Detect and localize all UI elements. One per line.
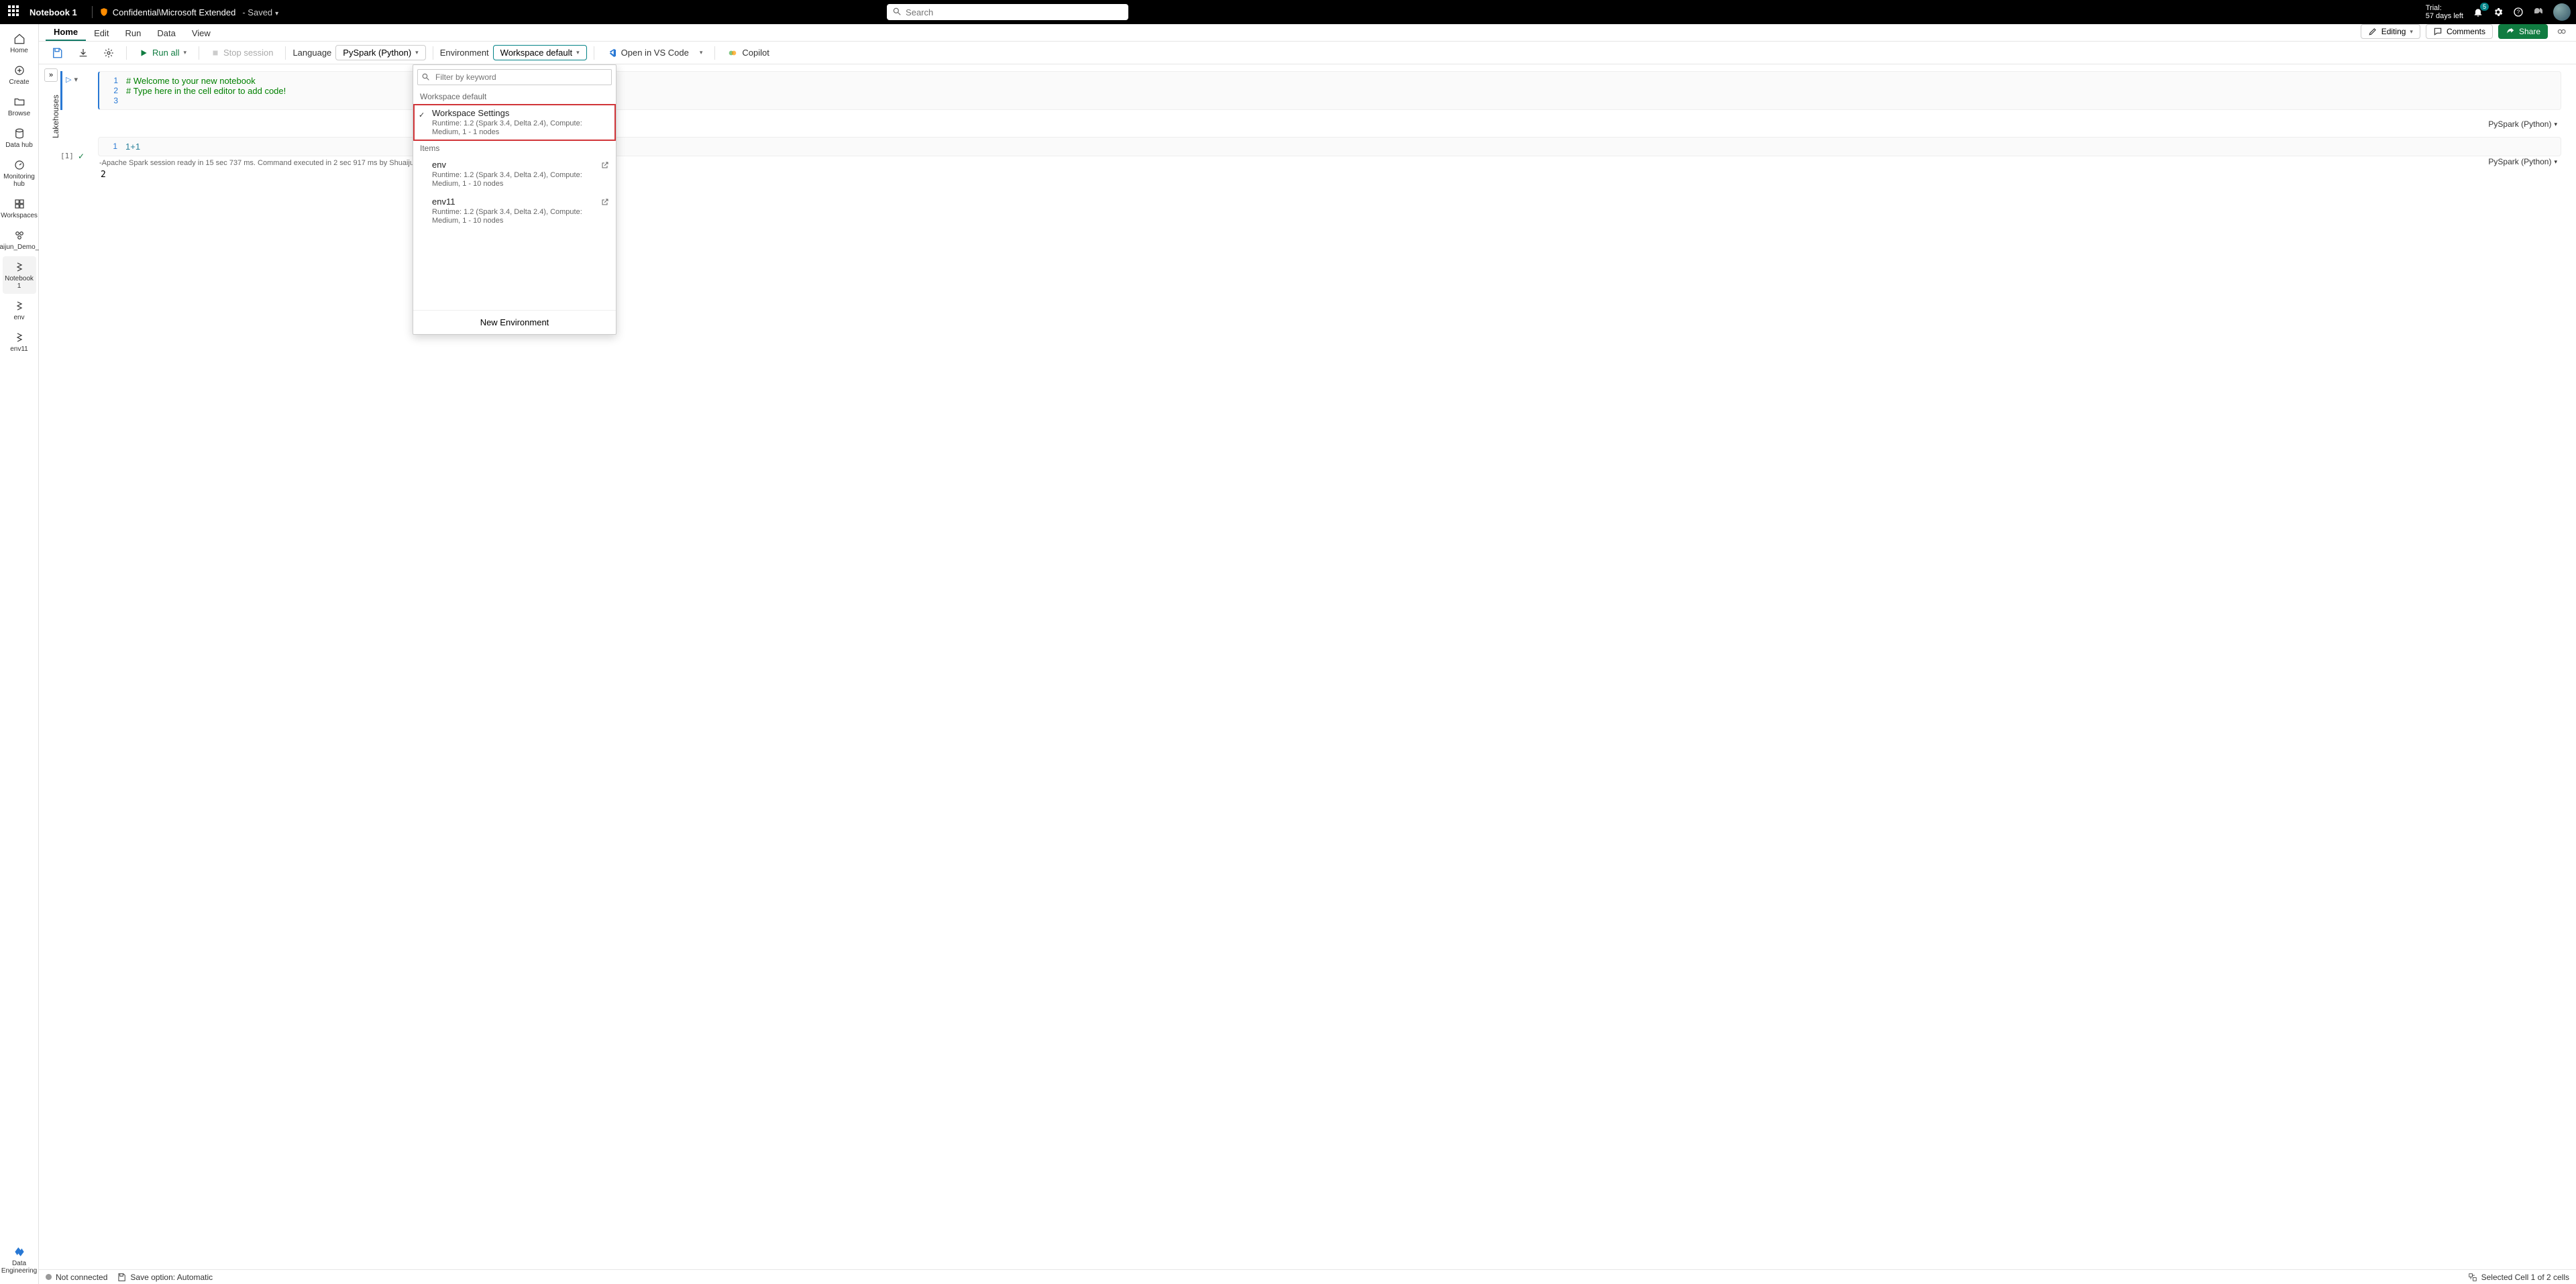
- selected-cell-status: Selected Cell 1 of 2 cells: [2481, 1273, 2569, 1282]
- global-search[interactable]: [887, 4, 1128, 20]
- environment-select[interactable]: Workspace default ▾: [493, 45, 587, 60]
- nav-datahub[interactable]: Data hub: [3, 123, 36, 153]
- env-item-env[interactable]: env Runtime: 1.2 (Spark 3.4, Delta 2.4),…: [413, 156, 616, 193]
- env-item-env11[interactable]: env11 Runtime: 1.2 (Spark 3.4, Delta 2.4…: [413, 193, 616, 229]
- nav-workspaces[interactable]: Workspaces: [3, 193, 36, 223]
- nav-data-engineering[interactable]: Data Engineering: [3, 1241, 36, 1279]
- lakehouses-tab[interactable]: Lakehouses: [51, 95, 60, 138]
- connection-dot-icon: [46, 1274, 52, 1280]
- env-item-workspace-settings[interactable]: ✓ Workspace Settings Runtime: 1.2 (Spark…: [413, 104, 616, 141]
- download-button[interactable]: [72, 45, 94, 61]
- notifications-button[interactable]: 5: [2473, 7, 2483, 17]
- success-icon: ✓: [78, 152, 85, 161]
- nav-monitoring[interactable]: Monitoring hub: [3, 154, 36, 192]
- copilot-button[interactable]: Copilot: [722, 45, 774, 61]
- tab-run[interactable]: Run: [117, 25, 150, 41]
- environment-dropdown: Workspace default ✓ Workspace Settings R…: [413, 64, 616, 335]
- language-label: Language: [292, 48, 331, 58]
- help-button[interactable]: ?: [2513, 7, 2524, 17]
- cell-index: [1]: [60, 152, 74, 160]
- user-avatar[interactable]: [2553, 3, 2571, 21]
- open-external-icon[interactable]: [601, 198, 609, 206]
- chevron-down-icon: ▾: [576, 49, 580, 56]
- comments-button[interactable]: Comments: [2426, 24, 2493, 39]
- shield-icon: [99, 7, 109, 17]
- env-filter-input[interactable]: [417, 69, 612, 85]
- env-group-workspace-default: Workspace default: [413, 89, 616, 104]
- share-button[interactable]: Share: [2498, 24, 2548, 39]
- cell-language-badge[interactable]: PySpark (Python)▾: [2488, 157, 2557, 166]
- svg-text:?: ?: [2517, 9, 2520, 15]
- environment-label: Environment: [440, 48, 489, 58]
- open-vscode-button[interactable]: Open in VS Code ▾: [601, 45, 708, 61]
- app-launcher[interactable]: [8, 5, 21, 19]
- expand-side-panel-button[interactable]: »: [44, 68, 58, 82]
- nav-env[interactable]: env: [3, 295, 36, 325]
- chevron-down-icon[interactable]: ▾: [183, 49, 186, 56]
- search-icon: [421, 72, 430, 81]
- chevron-down-icon[interactable]: ▾: [700, 49, 703, 56]
- nav-browse[interactable]: Browse: [3, 91, 36, 121]
- sensitivity-label[interactable]: Confidential\Microsoft Extended: [113, 7, 236, 17]
- language-select[interactable]: PySpark (Python) ▾: [335, 45, 425, 60]
- run-all-button[interactable]: Run all ▾: [133, 45, 192, 60]
- tab-view[interactable]: View: [184, 25, 219, 41]
- chevron-down-icon[interactable]: ▾: [74, 75, 78, 84]
- nav-notebook1[interactable]: Notebook 1: [3, 256, 36, 294]
- cell-language-badge[interactable]: PySpark (Python)▾: [2488, 119, 2557, 129]
- nav-home[interactable]: Home: [3, 28, 36, 58]
- connection-status: Not connected: [56, 1273, 107, 1282]
- notebook-name[interactable]: Notebook 1: [30, 7, 77, 17]
- feedback-button[interactable]: [2533, 7, 2544, 17]
- search-input[interactable]: [887, 4, 1128, 20]
- settings-gear-button[interactable]: [98, 45, 119, 61]
- tab-home[interactable]: Home: [46, 24, 86, 41]
- copilot-side-button[interactable]: [2553, 23, 2569, 40]
- check-icon: ✓: [419, 111, 425, 119]
- tab-edit[interactable]: Edit: [86, 25, 117, 41]
- open-external-icon[interactable]: [601, 161, 609, 169]
- trial-status[interactable]: Trial: 57 days left: [2426, 4, 2463, 20]
- settings-button[interactable]: [2493, 7, 2504, 17]
- new-environment-button[interactable]: New Environment: [413, 310, 616, 334]
- nav-env11[interactable]: env11: [3, 327, 36, 357]
- save-option[interactable]: Save option: Automatic: [117, 1273, 213, 1282]
- run-cell-button[interactable]: ▷: [66, 75, 71, 84]
- stop-session-button[interactable]: Stop session: [206, 45, 278, 60]
- tab-data[interactable]: Data: [149, 25, 183, 41]
- env-group-items: Items: [413, 141, 616, 156]
- nav-demo-env[interactable]: Shuaijun_Demo_Env: [3, 225, 36, 255]
- editing-mode-button[interactable]: Editing▾: [2361, 24, 2420, 39]
- cell-selector-icon[interactable]: [2468, 1273, 2477, 1282]
- save-button[interactable]: [46, 44, 68, 62]
- chevron-down-icon: ▾: [2410, 28, 2413, 36]
- notifications-badge: 5: [2480, 3, 2489, 11]
- nav-create[interactable]: Create: [3, 60, 36, 90]
- chevron-down-icon: ▾: [415, 49, 419, 56]
- chevron-down-icon[interactable]: ▾: [275, 10, 278, 17]
